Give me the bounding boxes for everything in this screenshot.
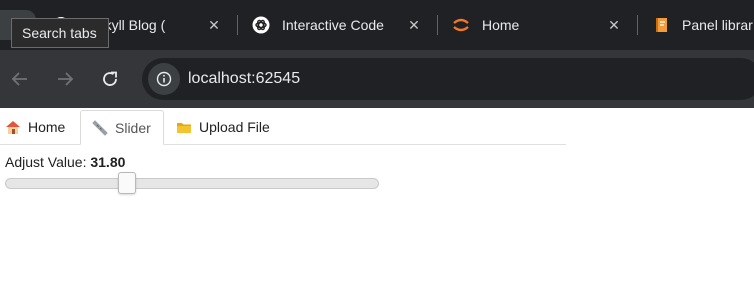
slider-label-text: Adjust Value: (5, 154, 87, 170)
address-bar[interactable]: localhost:62545 (142, 58, 754, 100)
browser-tab-interactive-code[interactable]: Interactive Code ✕ (252, 6, 424, 44)
app-tab-bar: Home Slider Upload File (0, 110, 566, 145)
reload-icon (103, 71, 117, 86)
house-icon (6, 121, 20, 134)
arrow-right-icon (58, 72, 74, 86)
site-info-button[interactable] (148, 63, 180, 95)
info-icon (156, 71, 172, 87)
slider-track[interactable] (5, 178, 379, 189)
close-icon[interactable]: ✕ (204, 15, 224, 35)
close-icon[interactable]: ✕ (404, 15, 424, 35)
tab-divider (237, 15, 238, 35)
close-icon[interactable]: ✕ (604, 15, 624, 35)
tab-label: Slider (115, 119, 151, 136)
jupyter-icon (453, 18, 469, 32)
browser-toolbar: localhost:62545 (0, 50, 754, 108)
tab-divider (637, 15, 638, 35)
tab-title: Interactive Code (282, 17, 384, 33)
slider-value: 31.80 (90, 154, 126, 170)
tab-label: Upload File (199, 119, 270, 135)
tab-divider (437, 15, 438, 35)
tab-upload-file[interactable]: Upload File (171, 110, 291, 144)
browser-tab-strip: t Jekyll Blog ( ✕ Interactive Code ✕ Hom… (0, 0, 754, 50)
tab-title: Panel librar (682, 17, 753, 33)
tab-title: Home (482, 17, 520, 33)
browser-tab-home[interactable]: Home ✕ (452, 6, 624, 44)
browser-tab-panel[interactable]: Panel librar (652, 6, 754, 44)
slider-label: Adjust Value: 31.80 (5, 154, 125, 170)
back-button[interactable] (7, 66, 33, 92)
search-tabs-tooltip: Search tabs (11, 18, 109, 48)
arrow-left-icon (11, 72, 27, 86)
notebook-icon (656, 18, 667, 32)
tab-slider[interactable]: Slider (80, 110, 164, 145)
openai-icon (252, 16, 270, 34)
ruler-icon (92, 119, 108, 136)
tab-label: Home (28, 119, 66, 135)
reload-button[interactable] (97, 66, 123, 92)
slider-thumb[interactable] (118, 172, 137, 194)
url-text[interactable]: localhost:62545 (188, 69, 300, 89)
folder-icon (177, 123, 191, 133)
tab-home[interactable]: Home (0, 110, 79, 144)
forward-button[interactable] (52, 66, 78, 92)
